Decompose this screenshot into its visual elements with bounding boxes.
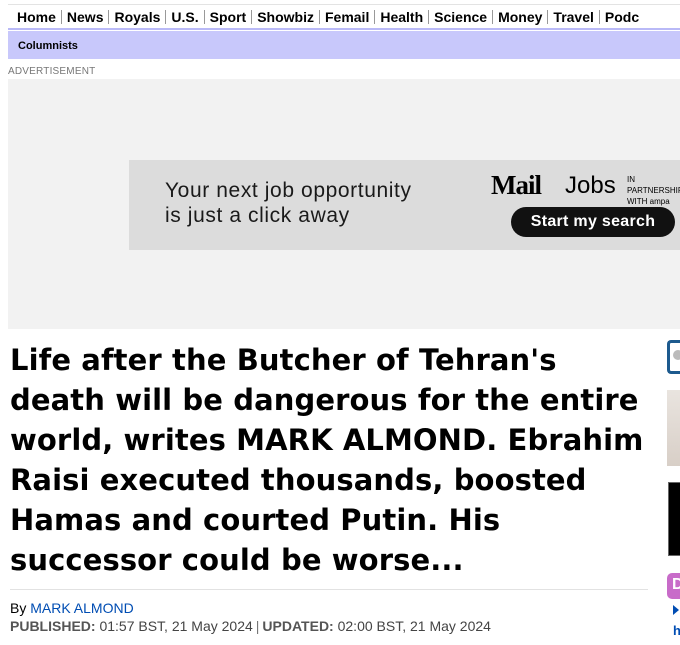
author-link[interactable]: MARK ALMOND (30, 600, 133, 616)
partner-text: IN PARTNERSHIP WITH ampa (627, 174, 680, 207)
sidebar-link[interactable]: h (673, 623, 680, 638)
nav-news[interactable]: News (62, 9, 110, 24)
published-value: 01:57 BST, 21 May 2024 (99, 618, 253, 634)
top-nav: Home News Royals U.S. Sport Showbiz Fema… (8, 4, 680, 30)
nav-health[interactable]: Health (375, 9, 430, 24)
partner-line-2: WITH ampa (627, 197, 670, 206)
sidebar-badge-letter: D (672, 576, 680, 593)
sidebar-thumbnail[interactable] (667, 390, 680, 466)
nav-femail[interactable]: Femail (320, 9, 376, 24)
nav-podcasts[interactable]: Podc (600, 10, 644, 24)
mail-logo: Mail (491, 170, 542, 200)
radio-icon[interactable] (673, 350, 680, 360)
banner-line-2: is just a click away (165, 204, 350, 227)
sidebar-badge: D (667, 573, 680, 599)
updated-label: UPDATED: (262, 618, 334, 634)
date-separator: | (255, 618, 260, 634)
nav-science[interactable]: Science (429, 9, 494, 24)
published-label: PUBLISHED: (10, 618, 96, 634)
partner-line-1: IN PARTNERSHIP (627, 175, 680, 195)
play-arrow-icon[interactable] (673, 605, 679, 615)
article-headline: Life after the Butcher of Tehran's death… (10, 343, 644, 577)
advertisement-label: ADVERTISEMENT (8, 66, 96, 77)
banner-line-1: Your next job opportunity (165, 179, 412, 202)
byline-prefix: By (10, 600, 27, 616)
sub-nav: Columnists (8, 31, 680, 59)
byline-divider (10, 589, 648, 590)
subnav-columnists[interactable]: Columnists (18, 40, 78, 52)
nav-home[interactable]: Home (8, 9, 62, 24)
article-dates: PUBLISHED: 01:57 BST, 21 May 2024 | UPDATE… (10, 618, 491, 634)
updated-value: 02:00 BST, 21 May 2024 (337, 618, 491, 634)
nav-travel[interactable]: Travel (548, 9, 600, 24)
banner-text: Your next job opportunity is just a clic… (165, 178, 412, 228)
nav-money[interactable]: Money (493, 9, 549, 24)
sidebar-video-thumbnail[interactable] (668, 482, 680, 556)
nav-royals[interactable]: Royals (109, 9, 167, 24)
nav-sport[interactable]: Sport (205, 9, 253, 24)
job-ad-banner[interactable]: Your next job opportunity is just a clic… (129, 160, 680, 250)
byline: By MARK ALMOND (10, 600, 134, 616)
start-search-button[interactable]: Start my search (511, 207, 675, 237)
nav-us[interactable]: U.S. (166, 9, 205, 24)
nav-showbiz[interactable]: Showbiz (252, 9, 320, 24)
jobs-wordmark: Jobs (565, 172, 616, 199)
